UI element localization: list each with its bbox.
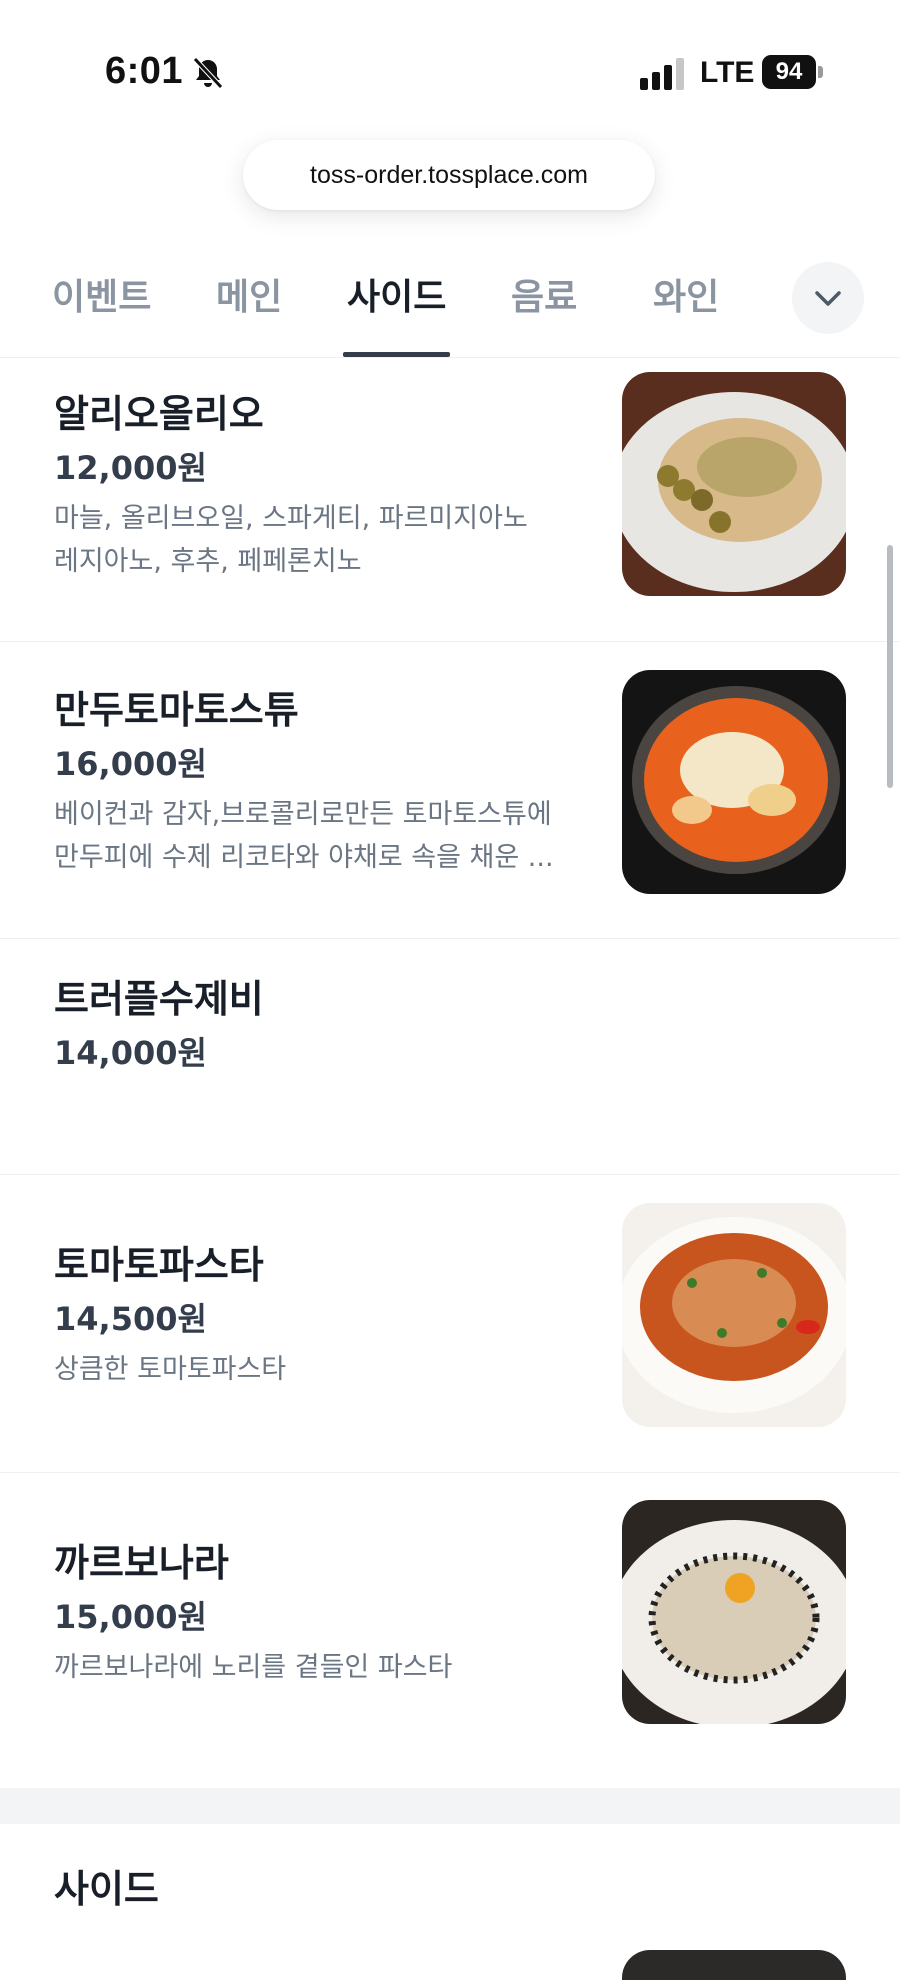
tab-drinks[interactable]: 음료: [511, 268, 577, 320]
chevron-down-icon: [815, 291, 841, 306]
menu-item-image: [622, 670, 846, 894]
menu-item-price: 12,000원: [54, 449, 207, 487]
menu-item-price: 15,000원: [54, 1598, 207, 1636]
menu-item[interactable]: 트러플수제비 14,000원: [0, 938, 900, 1175]
menu-item[interactable]: 까르보나라 15,000원 까르보나라에 노리를 곁들인 파스타: [0, 1472, 900, 1788]
menu-item[interactable]: 만두토마토스튜 16,000원 베이컨과 감자,브로콜리로만든 토마토스튜에 만…: [0, 641, 900, 939]
battery-level: 94: [762, 55, 816, 89]
cellular-signal-icon: [640, 58, 684, 90]
menu-item-description: 베이컨과 감자,브로콜리로만든 토마토스튜에 만두피에 수제 리코타와 야채로 …: [54, 799, 554, 873]
url-bar[interactable]: toss-order.tossplace.com: [243, 140, 655, 210]
menu-item-image: [622, 372, 846, 596]
menu-item[interactable]: 토마토파스타 14,500원 상큼한 토마토파스타: [0, 1174, 900, 1473]
tab-wine[interactable]: 와인: [653, 268, 719, 320]
menu-item-image: [622, 1950, 846, 1980]
menu-item[interactable]: 알리오올리오 12,000원 마늘, 올리브오일, 스파게티, 파르미지아노 레…: [0, 357, 900, 642]
tab-side[interactable]: 사이드: [347, 268, 446, 320]
category-tabs: 이벤트 메인 사이드 음료 와인: [0, 250, 900, 358]
bell-muted-icon: [193, 57, 223, 89]
menu-item-description: 까르보나라에 노리를 곁들인 파스타: [54, 1652, 453, 1683]
menu-item-name: 알리오올리오: [54, 392, 264, 436]
menu-item-description: 마늘, 올리브오일, 스파게티, 파르미지아노 레지아노, 후추, 페페론치노: [54, 503, 528, 577]
tab-event[interactable]: 이벤트: [52, 268, 151, 320]
status-bar: 6:01 LTE 94: [0, 0, 900, 140]
menu-item-name: 까르보나라: [54, 1541, 229, 1585]
section-divider: [0, 1788, 900, 1824]
expand-categories-button[interactable]: [792, 262, 864, 334]
menu-item-price: 14,000원: [54, 1034, 207, 1072]
menu-item-image: [622, 1203, 846, 1427]
status-time: 6:01: [105, 50, 184, 92]
network-type: LTE: [700, 56, 755, 89]
section-title: 사이드: [54, 1867, 159, 1911]
tab-main[interactable]: 메인: [216, 268, 282, 320]
menu-item-image: [622, 1500, 846, 1724]
menu-item-name: 토마토파스타: [54, 1243, 264, 1287]
menu-item-description: 상큼한 토마토파스타: [54, 1354, 287, 1385]
battery-icon: 94: [762, 55, 824, 89]
menu-item-price: 14,500원: [54, 1300, 207, 1338]
menu-item-name: 트러플수제비: [54, 977, 264, 1021]
menu-item-price: 16,000원: [54, 745, 207, 783]
scrollbar[interactable]: [887, 545, 893, 788]
menu-item-name: 만두토마토스튜: [54, 688, 299, 732]
